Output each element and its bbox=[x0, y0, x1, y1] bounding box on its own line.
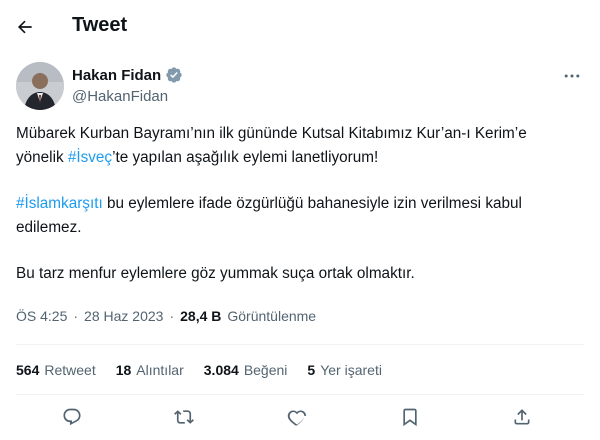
tweet-meta: ÖS 4:25 · 28 Haz 2023 · 28,4 B Görüntüle… bbox=[16, 308, 316, 324]
retweets-stat[interactable]: 564 Retweet bbox=[16, 362, 96, 378]
views-count: 28,4 B bbox=[180, 308, 222, 324]
tweet-time[interactable]: ÖS 4:25 bbox=[16, 308, 67, 324]
author-name[interactable]: Hakan Fidan bbox=[72, 66, 183, 84]
like-button[interactable] bbox=[280, 400, 314, 434]
likes-count: 3.084 bbox=[203, 362, 239, 378]
tweet-line-1: Mübarek Kurban Bayramı’nın ilk gününde K… bbox=[16, 125, 527, 142]
bookmarks-label: Yer işareti bbox=[320, 362, 382, 378]
retweets-count: 564 bbox=[16, 362, 40, 378]
divider-2 bbox=[16, 394, 584, 395]
share-button[interactable] bbox=[505, 400, 539, 434]
avatar[interactable] bbox=[16, 62, 64, 110]
bookmark-icon bbox=[403, 408, 417, 427]
tweet-text: Mübarek Kurban Bayramı’nın ilk gününde K… bbox=[16, 122, 586, 286]
tweet-paragraph-2: #İslamkarşıtı bu eylemlere ifade özgürlü… bbox=[16, 192, 586, 240]
likes-label: Beğeni bbox=[243, 362, 288, 378]
views-label: Görüntülenme bbox=[227, 308, 317, 324]
likes-stat[interactable]: 3.084 Beğeni bbox=[204, 362, 288, 378]
retweet-button[interactable] bbox=[167, 400, 201, 434]
author-handle[interactable]: @HakanFidan bbox=[72, 88, 168, 105]
back-button[interactable] bbox=[8, 10, 42, 44]
more-options-button[interactable] bbox=[556, 62, 588, 90]
author-name-text: Hakan Fidan bbox=[72, 66, 162, 84]
hashtag-islamkarsiti-link[interactable]: #İslamkarşıtı bbox=[16, 195, 103, 212]
tweet-page: Tweet Hakan Fidan @HakanFidan Mübarek Ku… bbox=[0, 0, 600, 440]
tweet-date[interactable]: 28 Haz 2023 bbox=[84, 308, 163, 324]
tweet-line-2-prefix: yönelik bbox=[16, 149, 68, 166]
bookmarks-stat[interactable]: 5 Yer işareti bbox=[307, 362, 382, 378]
divider bbox=[16, 344, 584, 345]
bookmarks-count: 5 bbox=[307, 362, 316, 378]
action-bar bbox=[0, 398, 600, 436]
avatar-image bbox=[16, 62, 64, 110]
hashtag-isvec-link[interactable]: #İsveç bbox=[68, 149, 112, 166]
retweet-icon bbox=[174, 410, 194, 424]
tweet-line-2-suffix: ’te yapılan aşağılık eylemi lanetliyorum… bbox=[112, 149, 379, 166]
retweets-label: Retweet bbox=[44, 362, 96, 378]
bookmark-button[interactable] bbox=[393, 400, 427, 434]
tweet-paragraph-3: Bu tarz menfur eylemlere göz yummak suça… bbox=[16, 265, 415, 282]
share-icon bbox=[514, 409, 530, 425]
engagement-stats: 564 Retweet 18 Alıntılar 3.084 Beğeni 5 … bbox=[16, 362, 382, 378]
reply-button[interactable] bbox=[55, 400, 89, 434]
tweet-paragraph-1: Mübarek Kurban Bayramı’nın ilk gününde K… bbox=[16, 122, 586, 170]
heart-icon bbox=[287, 410, 307, 426]
more-horizontal-icon bbox=[564, 74, 580, 78]
reply-icon bbox=[63, 408, 81, 426]
header: Tweet bbox=[0, 0, 600, 56]
quotes-count: 18 bbox=[115, 362, 132, 378]
meta-separator-2: · bbox=[169, 308, 175, 324]
quotes-stat[interactable]: 18 Alıntılar bbox=[116, 362, 184, 378]
page-title: Tweet bbox=[72, 14, 128, 36]
meta-separator: · bbox=[73, 308, 79, 324]
arrow-left-icon bbox=[17, 20, 32, 34]
quotes-label: Alıntılar bbox=[136, 362, 184, 378]
verified-badge-icon bbox=[166, 67, 182, 83]
